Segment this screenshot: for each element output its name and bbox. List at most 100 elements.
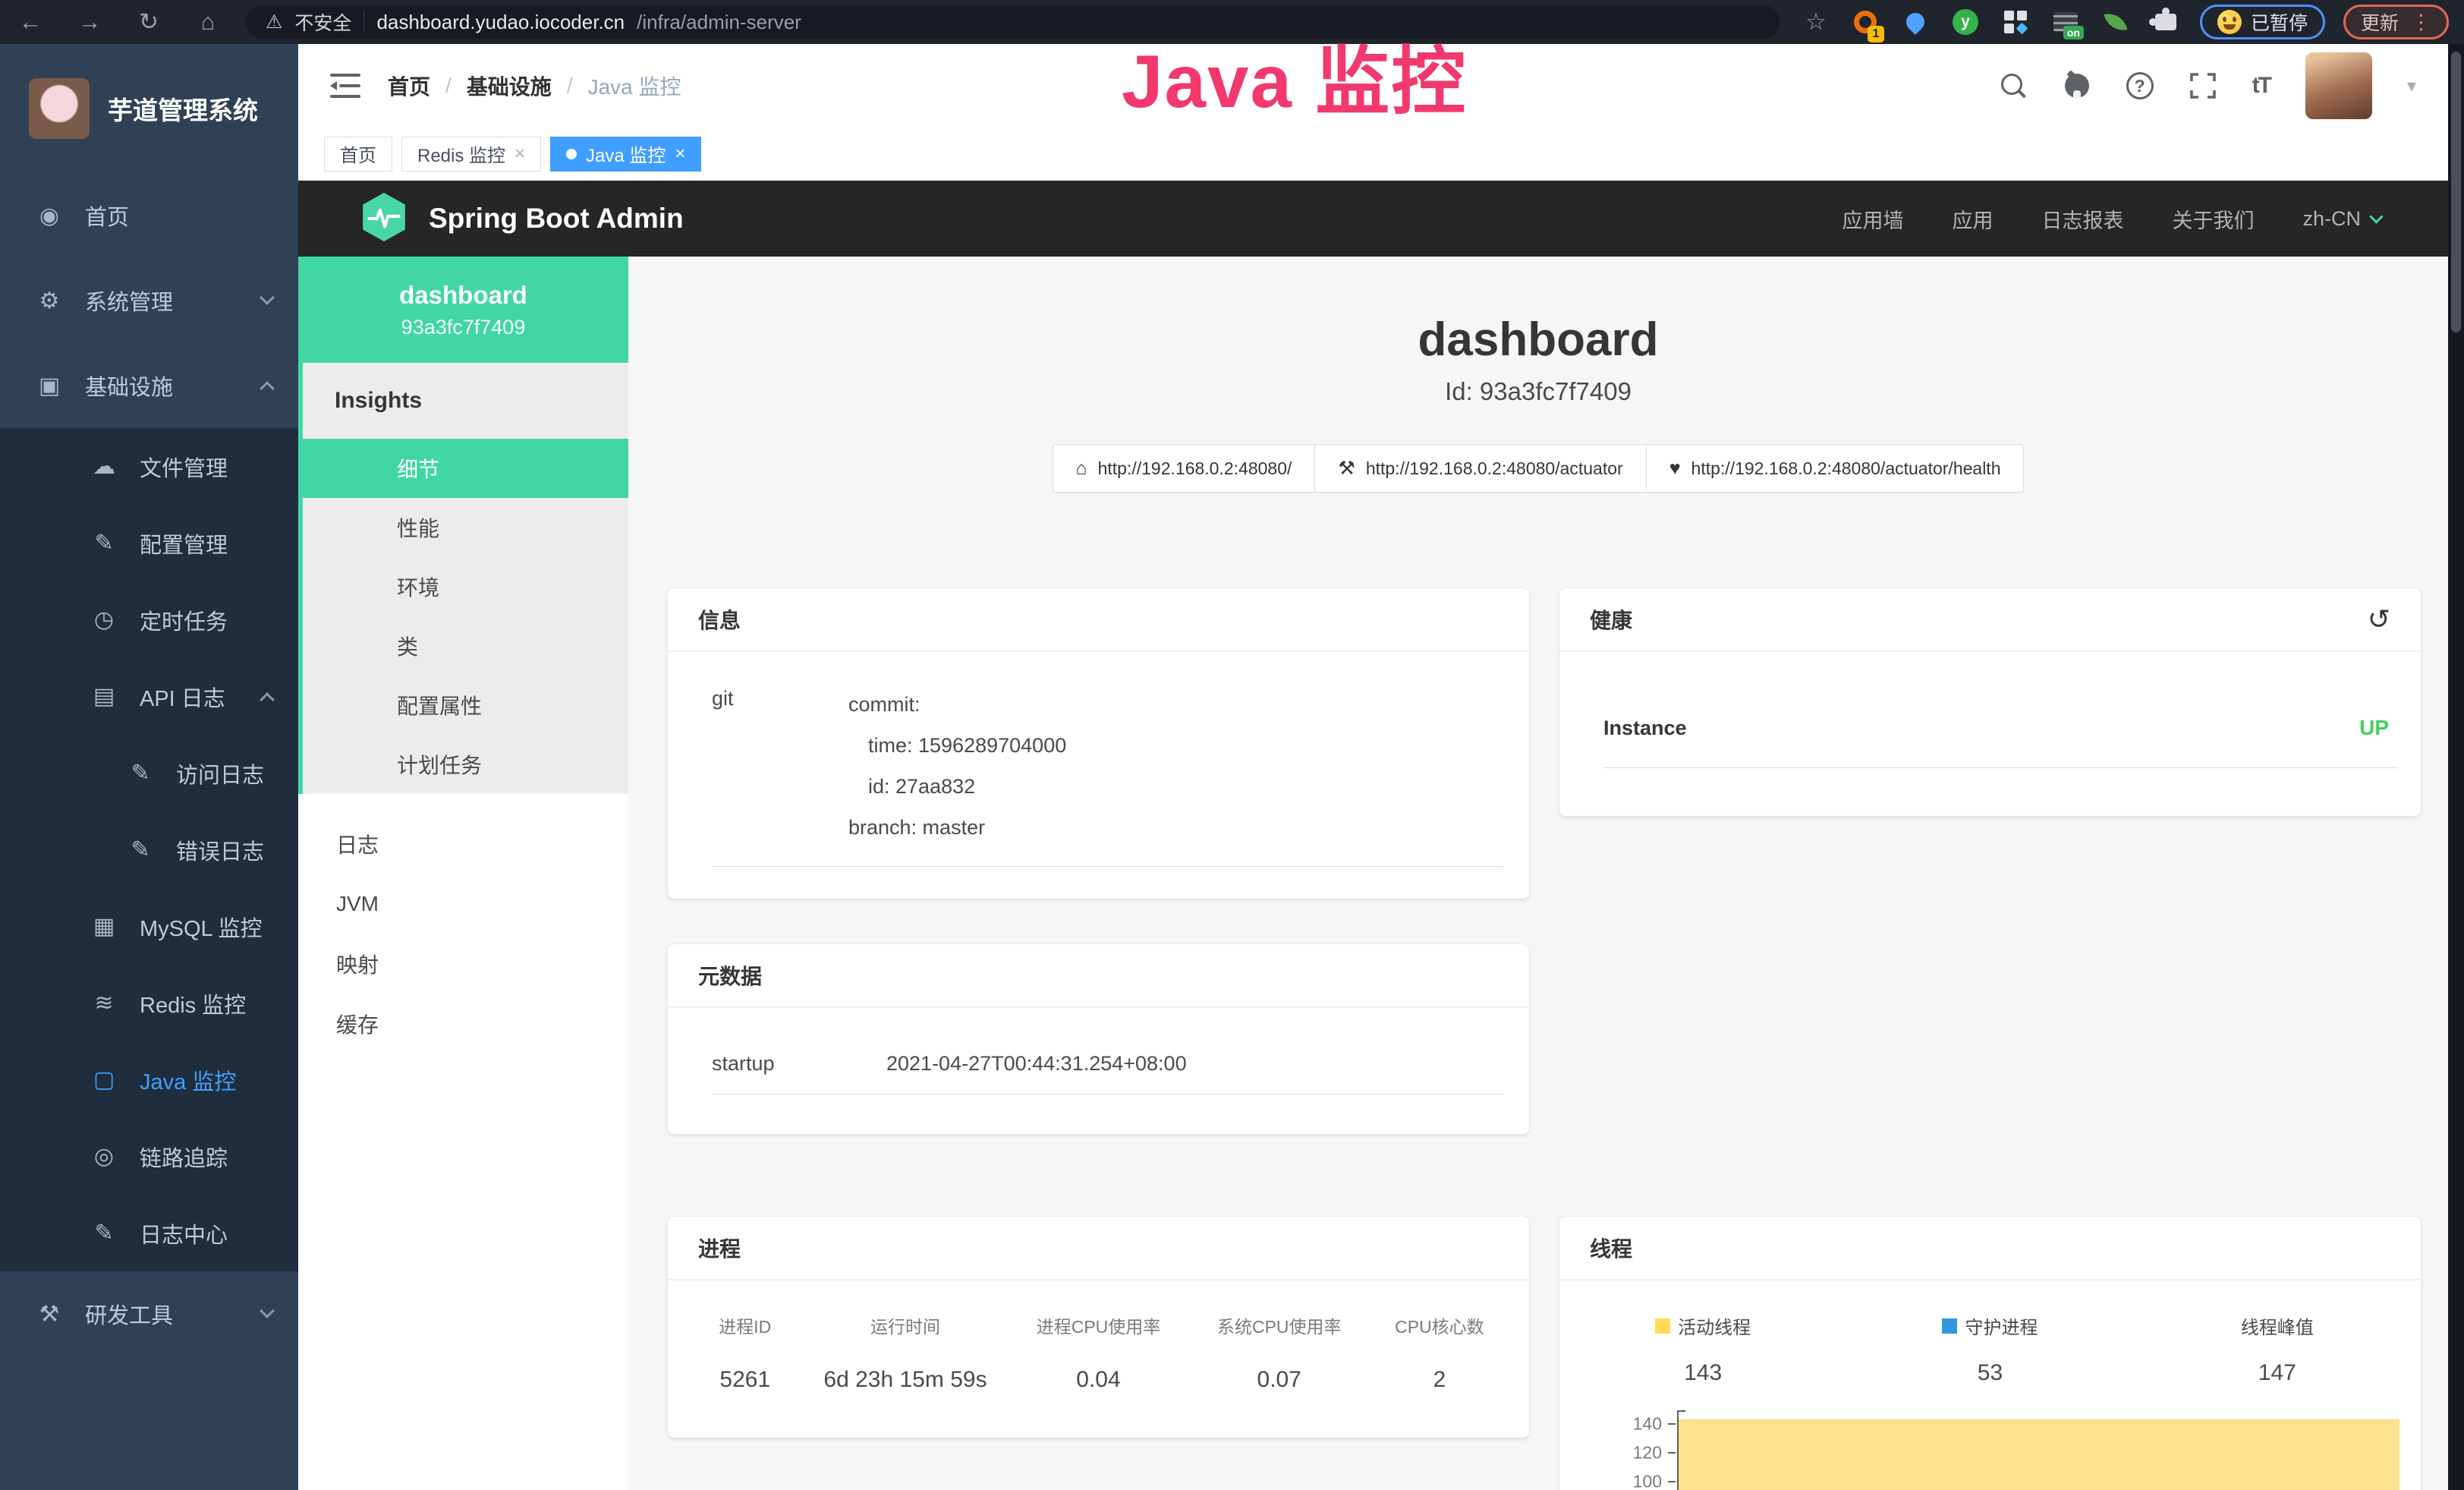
text-size-icon[interactable]: tT [2252, 73, 2270, 99]
page-scrollbar[interactable] [2448, 44, 2464, 1490]
peak-threads-value: 147 [2134, 1360, 2421, 1386]
sba-language-select[interactable]: zh-CN [2302, 207, 2381, 231]
forward-icon[interactable]: → [74, 8, 105, 36]
sba-item-details[interactable]: 细节 [303, 439, 628, 498]
active-tab-dot [566, 149, 577, 159]
status-badge: UP [2359, 716, 2389, 740]
sba-body: dashboard 93a3fc7f7409 Insights 细节 性能 环境… [298, 257, 2448, 1490]
sidebar-item-home[interactable]: ◉ 首页 [0, 173, 298, 258]
git-label: git [712, 684, 848, 848]
extension-pin-icon[interactable] [1899, 6, 1931, 38]
git-value: commit: time: 1596289704000 id: 27aa832 … [848, 684, 1503, 848]
bookmark-star-icon[interactable]: ☆ [1801, 8, 1831, 36]
sba-nav-journal[interactable]: 日志报表 [2041, 204, 2123, 234]
sba-instance-header[interactable]: dashboard 93a3fc7f7409 [298, 257, 628, 363]
instance-name: dashboard [399, 281, 527, 310]
y-tick-100: 100 [1622, 1472, 1662, 1490]
sba-item-environment[interactable]: 环境 [303, 557, 628, 616]
browser-toolbar: ← → ↻ ⌂ ⚠ 不安全 dashboard.yudao.iocoder.cn… [0, 0, 2464, 44]
sba-item-config-props[interactable]: 配置属性 [303, 676, 628, 735]
update-button[interactable]: 更新 ⋮ [2343, 5, 2449, 39]
eye-icon: ◎ [90, 1143, 118, 1170]
user-avatar[interactable] [2305, 52, 2372, 119]
insights-group: Insights 细节 性能 环境 类 配置属性 计划任务 [298, 363, 628, 794]
sba-item-scheduled-tasks[interactable]: 计划任务 [303, 735, 628, 794]
sidebar-item-system-management[interactable]: ⚙ 系统管理 [0, 258, 298, 343]
sba-item-jvm[interactable]: JVM [298, 874, 628, 934]
wrench-icon: ⚒ [1338, 457, 1355, 480]
sidebar-item-scheduled-jobs[interactable]: ◷ 定时任务 [0, 581, 298, 658]
tab-java-monitor[interactable]: Java 监控 × [550, 137, 701, 172]
app-title: 芋道管理系统 [108, 90, 258, 127]
sidebar-item-api-logs[interactable]: ▤ API 日志 [0, 658, 298, 735]
sidebar-item-java-monitor[interactable]: ▢ Java 监控 [0, 1041, 298, 1118]
gauge-icon: ◉ [35, 203, 64, 229]
insights-section-label: Insights [303, 363, 628, 439]
health-card-title: 健康 [1590, 604, 1632, 635]
sidebar-item-access-logs[interactable]: ✎ 访问日志 [0, 735, 298, 811]
tab-redis-monitor[interactable]: Redis 监控 × [401, 137, 541, 172]
back-icon[interactable]: ← [15, 8, 46, 36]
startup-value: 2021-04-27T00:44:31.254+08:00 [886, 1052, 1187, 1076]
extension-y-icon[interactable]: y [1949, 6, 1981, 38]
sba-nav-wallboard[interactable]: 应用墙 [1842, 204, 1903, 234]
endpoint-home-button[interactable]: ⌂ http://192.168.0.2:48080/ [1053, 444, 1316, 493]
tab-home[interactable]: 首页 [324, 137, 392, 172]
git-row: git commit: time: 1596289704000 id: 27aa… [712, 684, 1503, 848]
breadcrumb-infrastructure[interactable]: 基础设施 [467, 71, 552, 101]
live-threads-area [1679, 1419, 2399, 1490]
sba-item-classes[interactable]: 类 [303, 616, 628, 676]
process-table-values: 5261 6d 23h 15m 59s 0.04 0.07 2 [688, 1338, 1509, 1393]
header-actions: ? tT ▾ [1999, 52, 2416, 119]
close-icon[interactable]: × [675, 143, 685, 165]
history-icon[interactable]: ↺ [2368, 603, 2390, 635]
sidebar-item-tracing[interactable]: ◎ 链路追踪 [0, 1118, 298, 1195]
address-bar[interactable]: ⚠ 不安全 dashboard.yudao.iocoder.cn /infra/… [246, 5, 1780, 39]
sidebar-item-redis-monitor[interactable]: ≋ Redis 监控 [0, 965, 298, 1041]
y-axis [1677, 1410, 1679, 1490]
sidebar-item-config-management[interactable]: ✎ 配置管理 [0, 505, 298, 581]
row-divider [712, 1094, 1503, 1095]
breadcrumb-home[interactable]: 首页 [388, 71, 430, 101]
sidebar-fold-icon[interactable] [330, 73, 360, 99]
sidebar-item-mysql-monitor[interactable]: ▦ MySQL 监控 [0, 888, 298, 965]
extension-leaf-icon[interactable] [2100, 6, 2132, 38]
threads-area-chart: 140 120 100 [1677, 1406, 2399, 1490]
help-icon[interactable]: ? [2126, 72, 2154, 99]
sba-item-metrics[interactable]: 性能 [303, 498, 628, 557]
sidebar-item-infrastructure[interactable]: ▣ 基础设施 [0, 343, 298, 428]
fullscreen-icon[interactable] [2189, 71, 2217, 100]
home-icon[interactable]: ⌂ [193, 8, 223, 36]
database-icon: ▦ [90, 913, 118, 940]
github-icon[interactable] [2063, 71, 2091, 100]
sba-nav-about[interactable]: 关于我们 [2172, 204, 2254, 234]
close-icon[interactable]: × [515, 143, 525, 165]
sidebar-item-log-center[interactable]: ✎ 日志中心 [0, 1195, 298, 1271]
search-icon[interactable] [1999, 71, 2028, 100]
extension-orange-ring-icon[interactable]: 1 [1849, 6, 1881, 38]
daemon-threads-stat: 守护进程 53 [1846, 1312, 2133, 1386]
sba-nav-applications[interactable]: 应用 [1952, 204, 1993, 234]
sba-brand[interactable]: Spring Boot Admin [429, 203, 684, 235]
avatar-caret-icon[interactable]: ▾ [2407, 75, 2416, 97]
endpoint-actuator-button[interactable]: ⚒ http://192.168.0.2:48080/actuator [1314, 444, 1646, 493]
sidebar-item-dev-tools[interactable]: ⚒ 研发工具 [0, 1271, 298, 1356]
paused-label: 已暂停 [2251, 8, 2308, 36]
scrollbar-thumb[interactable] [2451, 52, 2461, 332]
sba-item-mappings[interactable]: 映射 [298, 934, 628, 994]
endpoint-health-button[interactable]: ♥ http://192.168.0.2:48080/actuator/heal… [1646, 444, 2025, 493]
y-tick-120: 120 [1622, 1443, 1662, 1463]
sba-item-caches[interactable]: 缓存 [298, 994, 628, 1054]
cards-grid: 信息 git commit: time: 1596289704000 id: 2… [668, 588, 2421, 1490]
extensions-puzzle-icon[interactable] [2150, 6, 2182, 38]
sba-item-logs[interactable]: 日志 [298, 814, 628, 874]
process-id-value: 5261 [688, 1367, 803, 1393]
sidebar-item-file-management[interactable]: ☁ 文件管理 [0, 428, 298, 505]
extension-grid-icon[interactable] [2000, 6, 2031, 38]
reload-icon[interactable]: ↻ [134, 8, 164, 36]
info-card: 信息 git commit: time: 1596289704000 id: 2… [668, 588, 1529, 899]
extension-switch-on-icon[interactable]: on [2050, 6, 2082, 38]
sidebar-item-error-logs[interactable]: ✎ 错误日志 [0, 811, 298, 888]
edit-icon: ✎ [126, 760, 155, 786]
paused-pill[interactable]: 已暂停 [2200, 5, 2325, 39]
